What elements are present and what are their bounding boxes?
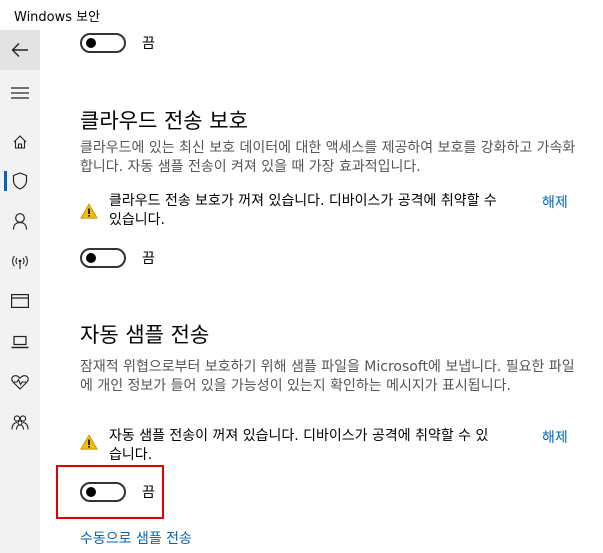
manual-sample-submit-link[interactable]: 수동으로 샘플 전송 [80, 528, 192, 548]
toggle-knob [86, 253, 96, 263]
cloud-section-description: 클라우드에 있는 최신 보호 데이터에 대한 액세스를 제공하여 보호를 강화하… [80, 140, 576, 175]
wireless-icon [12, 255, 28, 269]
top-toggle-label: 끔 [142, 36, 155, 52]
back-button[interactable] [0, 30, 40, 70]
menu-button[interactable] [0, 74, 40, 112]
top-toggle-switch[interactable] [80, 33, 126, 53]
sample-warning-text: 자동 샘플 전송이 꺼져 있습니다. 디바이스가 공격에 취약할 수 있습니다. [109, 428, 489, 463]
sample-dismiss-link[interactable]: 해제 [542, 427, 568, 447]
sample-toggle-row: 끔 [80, 481, 155, 503]
cloud-toggle-switch[interactable] [80, 248, 126, 268]
toggle-knob [86, 487, 96, 497]
family-icon [11, 415, 29, 430]
sample-toggle-label: 끔 [142, 485, 155, 501]
sample-section-description: 잠재적 위협으로부터 보호하기 위해 샘플 파일을 Microsoft에 보냅니… [80, 359, 575, 394]
sidebar-item-family[interactable] [0, 403, 40, 441]
browser-window-icon [11, 294, 29, 308]
home-icon [13, 135, 27, 149]
sidebar-item-account[interactable] [0, 202, 40, 240]
sidebar [0, 30, 40, 553]
main-content: 끔 클라우드 전송 보호 클라우드에 있는 최신 보호 데이터에 대한 액세스를… [40, 30, 603, 553]
warning-icon [80, 434, 98, 450]
cloud-toggle-label: 끔 [142, 251, 155, 267]
sidebar-item-home[interactable] [0, 123, 40, 161]
cloud-toggle-row: 끔 [80, 247, 155, 269]
person-icon [12, 213, 28, 230]
cloud-warning-text: 클라우드 전송 보호가 꺼져 있습니다. 디바이스가 공격에 취약할 수 있습니… [109, 193, 497, 228]
top-toggle-row: 끔 [80, 32, 155, 54]
sidebar-item-app-browser[interactable] [0, 282, 40, 320]
hamburger-menu-icon [11, 87, 29, 99]
heart-pulse-icon [11, 375, 29, 390]
sidebar-item-device-security[interactable] [0, 323, 40, 361]
window-title: Windows 보안 [14, 10, 101, 25]
sidebar-item-device-health[interactable] [0, 363, 40, 401]
back-arrow-icon [11, 43, 28, 57]
toggle-knob [86, 38, 96, 48]
sidebar-item-firewall[interactable] [0, 243, 40, 281]
shield-icon [12, 172, 28, 190]
cloud-section-title: 클라우드 전송 보호 [80, 109, 248, 133]
laptop-icon [11, 335, 29, 349]
title-bar: Windows 보안 [0, 0, 603, 30]
sidebar-item-virus-protection[interactable] [0, 162, 40, 200]
cloud-dismiss-link[interactable]: 해제 [542, 192, 568, 212]
warning-icon [80, 203, 98, 219]
sample-section-title: 자동 샘플 전송 [80, 323, 210, 347]
sample-toggle-switch[interactable] [80, 482, 126, 502]
